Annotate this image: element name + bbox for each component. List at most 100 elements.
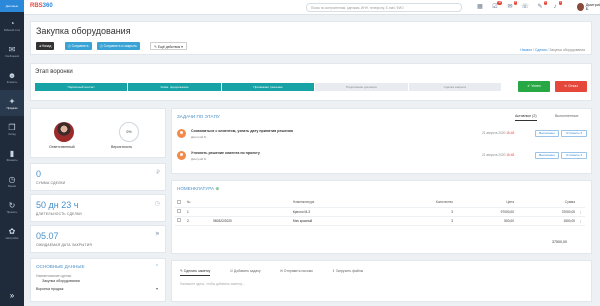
responsible-avatar[interactable]	[54, 122, 74, 142]
probability-label: Вероятность	[111, 145, 133, 149]
calendar-icon[interactable]: ▦	[476, 3, 484, 11]
task-done-button[interactable]: Выполнено	[535, 130, 559, 137]
sidebar: Деловые ◔ Рабочий стол ✉ Сообщения ☻ Клиенты ✦…	[0, 0, 24, 306]
stage-step[interactable]: Сделка закрыта	[408, 83, 502, 91]
stage-title: Этап воронки	[35, 69, 73, 75]
sidebar-item[interactable]: ☻ Клиенты	[0, 64, 24, 90]
tab-add-note[interactable]: ✎ Сделать заметку	[180, 269, 211, 276]
money-icon: ₽	[156, 170, 160, 176]
sidebar-item-label: Время	[8, 184, 16, 188]
row-qty: 3	[380, 216, 455, 226]
task-item: ☻ Созвониться с клиентом, узнать дату пр…	[177, 127, 587, 143]
row-checkbox[interactable]	[177, 218, 181, 222]
tab-send-email[interactable]: ✉ Отправить письмо	[280, 269, 313, 273]
deal-header: Закупка оборудования ◂ Назад ⎙ Сохранить…	[30, 21, 592, 55]
lost-button[interactable]: ✕ Отказ	[555, 81, 587, 92]
row-sum: 1500,00	[515, 216, 577, 226]
task-author: Дмитрий Б.	[191, 135, 207, 139]
funnel-stage: Этап воронки Первичный контакт Комм. пред…	[30, 63, 592, 101]
won-button[interactable]: ✔ Успех	[518, 81, 550, 92]
more-actions-button[interactable]: ✎ Ещё действия ▾	[150, 42, 187, 50]
breadcrumb-deals[interactable]: Сделки	[535, 48, 547, 52]
sidebar-item[interactable]: ▮ Финансы	[0, 142, 24, 168]
stage-step[interactable]: Первичный контакт	[35, 83, 128, 91]
sidebar-item[interactable]: ❒ Склад	[0, 116, 24, 142]
items-panel: НОМЕНКЛАТУРА ⊕ № Номенклатура Количество…	[171, 180, 592, 254]
sidebar-item[interactable]: ↻ Проекты	[0, 194, 24, 220]
gear-icon: ✿	[8, 226, 16, 236]
tab-done-tasks[interactable]: Выполненные	[555, 114, 578, 118]
expand-sidebar-button[interactable]: »	[0, 291, 24, 300]
clock-icon: ◷	[154, 201, 160, 207]
task-done-button[interactable]: Выполнено	[535, 152, 559, 159]
phone-icon[interactable]: ☏	[521, 3, 529, 11]
row-checkbox[interactable]	[177, 209, 181, 213]
task-time: 16:45	[506, 131, 515, 135]
note-input[interactable]: Напишите здесь, чтобы добавить заметку..…	[180, 282, 244, 286]
sidebar-item-label: Рабочий стол	[3, 28, 21, 32]
page-title: Закупка оборудования	[36, 26, 131, 36]
chart-pie-icon: ◔	[9, 18, 15, 28]
task-postpone-button[interactable]: Отложить ▾	[561, 152, 587, 159]
sidebar-item[interactable]: ✿ Настройки	[0, 220, 24, 246]
task-title[interactable]: Уточнить решение клиента по проекту	[191, 151, 260, 155]
breadcrumb-current: Закупка оборудования	[549, 48, 585, 52]
tasks-title: ЗАДАЧИ ПО ЭТАПУ	[177, 114, 220, 119]
table-row[interactable]: 2 980322/2020 Мяч красный 3 500,00 1500,…	[175, 216, 585, 226]
row-name: Мяч красный	[290, 216, 381, 226]
metric-panel-close-date: 05.07 ОЖИДАЕМАЯ ДАТА ЗАКРЫТИЯ ⚑	[30, 225, 166, 253]
row-price: 500,00	[454, 216, 516, 226]
deal-duration-label: ДЛИТЕЛЬНОСТЬ СДЕЛКИ	[36, 212, 82, 216]
sidebar-item[interactable]: ✦ Продажи	[0, 90, 24, 116]
sidebar-item-label: Проекты	[6, 210, 18, 214]
search-input[interactable]: Поиск по контрагентам, сделкам, ИНН, тел…	[306, 3, 462, 12]
stage-step[interactable]: Принимают решение	[221, 83, 315, 91]
clock-icon: ◷	[8, 174, 16, 184]
stage-step[interactable]: Подписание договора	[315, 83, 408, 91]
probability-ring: 0%	[119, 122, 139, 142]
close-date-value: 05.07	[36, 231, 59, 241]
task-date: 21 августа 2020 16:45	[482, 153, 514, 157]
tab-add-task[interactable]: ☑ Добавить задачу	[230, 269, 261, 273]
row-menu-icon[interactable]: ⋮	[577, 207, 585, 217]
sidebar-item[interactable]: ◷ Время	[0, 168, 24, 194]
chat-bubbles-icon: ✉	[8, 44, 16, 54]
items-total: 37500,00	[552, 240, 567, 244]
mail-icon[interactable]: ✉ 3	[506, 1, 517, 11]
sidebar-logo[interactable]: Деловые	[0, 0, 24, 12]
refresh-icon: ↻	[8, 200, 16, 210]
tasks-icon[interactable]: ☑ 12	[491, 1, 502, 11]
notification-badge: 5	[543, 1, 547, 5]
deal-name-field[interactable]: Закупка оборудования	[42, 279, 160, 283]
sidebar-item[interactable]: ✉ Сообщения	[0, 38, 24, 64]
brand-logo[interactable]: RBS360	[30, 3, 53, 9]
metric-panel-sum: 0 СУММА СДЕЛКИ ₽	[30, 163, 166, 191]
user-menu[interactable]: Дмитрий Б.	[577, 3, 600, 11]
basic-data-panel: ОСНОВНЫЕ ДАННЫЕ ⌃ Наименование сделки За…	[30, 258, 166, 302]
table-row[interactable]: 1 Кресло М-3 3 97000,00 37000,00 ⋮	[175, 207, 585, 217]
task-date-text: 21 августа 2020	[482, 131, 506, 135]
col-sum: Сумма	[515, 198, 577, 208]
select-all-checkbox[interactable]	[177, 199, 181, 204]
tab-upload-files[interactable]: ⇪ Загрузить файлы	[332, 269, 363, 273]
back-button[interactable]: ◂ Назад	[36, 42, 55, 50]
stage-step[interactable]: Комм. предложение	[128, 83, 221, 91]
sidebar-item[interactable]: ◔ Рабочий стол	[0, 12, 24, 38]
task-title[interactable]: Созвониться с клиентом, узнать дату прин…	[191, 129, 293, 133]
task-postpone-button[interactable]: Отложить ▾	[561, 130, 587, 137]
breadcrumb-home[interactable]: Начало	[520, 48, 532, 52]
avatar	[577, 3, 584, 11]
box-icon: ❒	[8, 122, 16, 132]
notification-badge: 12	[497, 1, 502, 5]
chat-icon[interactable]: ✎ 5	[536, 1, 547, 11]
row-menu-icon[interactable]: ⋮	[577, 216, 585, 226]
user-name: Дмитрий Б.	[585, 3, 600, 11]
tab-active-tasks[interactable]: Активные (2)	[515, 114, 537, 121]
top-icons: ▦ ☑ 12 ✉ 3 ☏ ✎ 5 ♪ 1	[476, 1, 562, 11]
add-item-icon[interactable]: ⊕	[215, 186, 219, 191]
bell-icon[interactable]: ♪ 1	[551, 1, 562, 11]
funnel-select[interactable]: Воронка продаж	[36, 287, 63, 291]
collapse-icon[interactable]: ⌃	[155, 264, 159, 270]
save-close-button[interactable]: ⎙ Сохранить и закрыть	[97, 42, 140, 50]
save-button[interactable]: ⎙ Сохранить	[65, 42, 92, 50]
